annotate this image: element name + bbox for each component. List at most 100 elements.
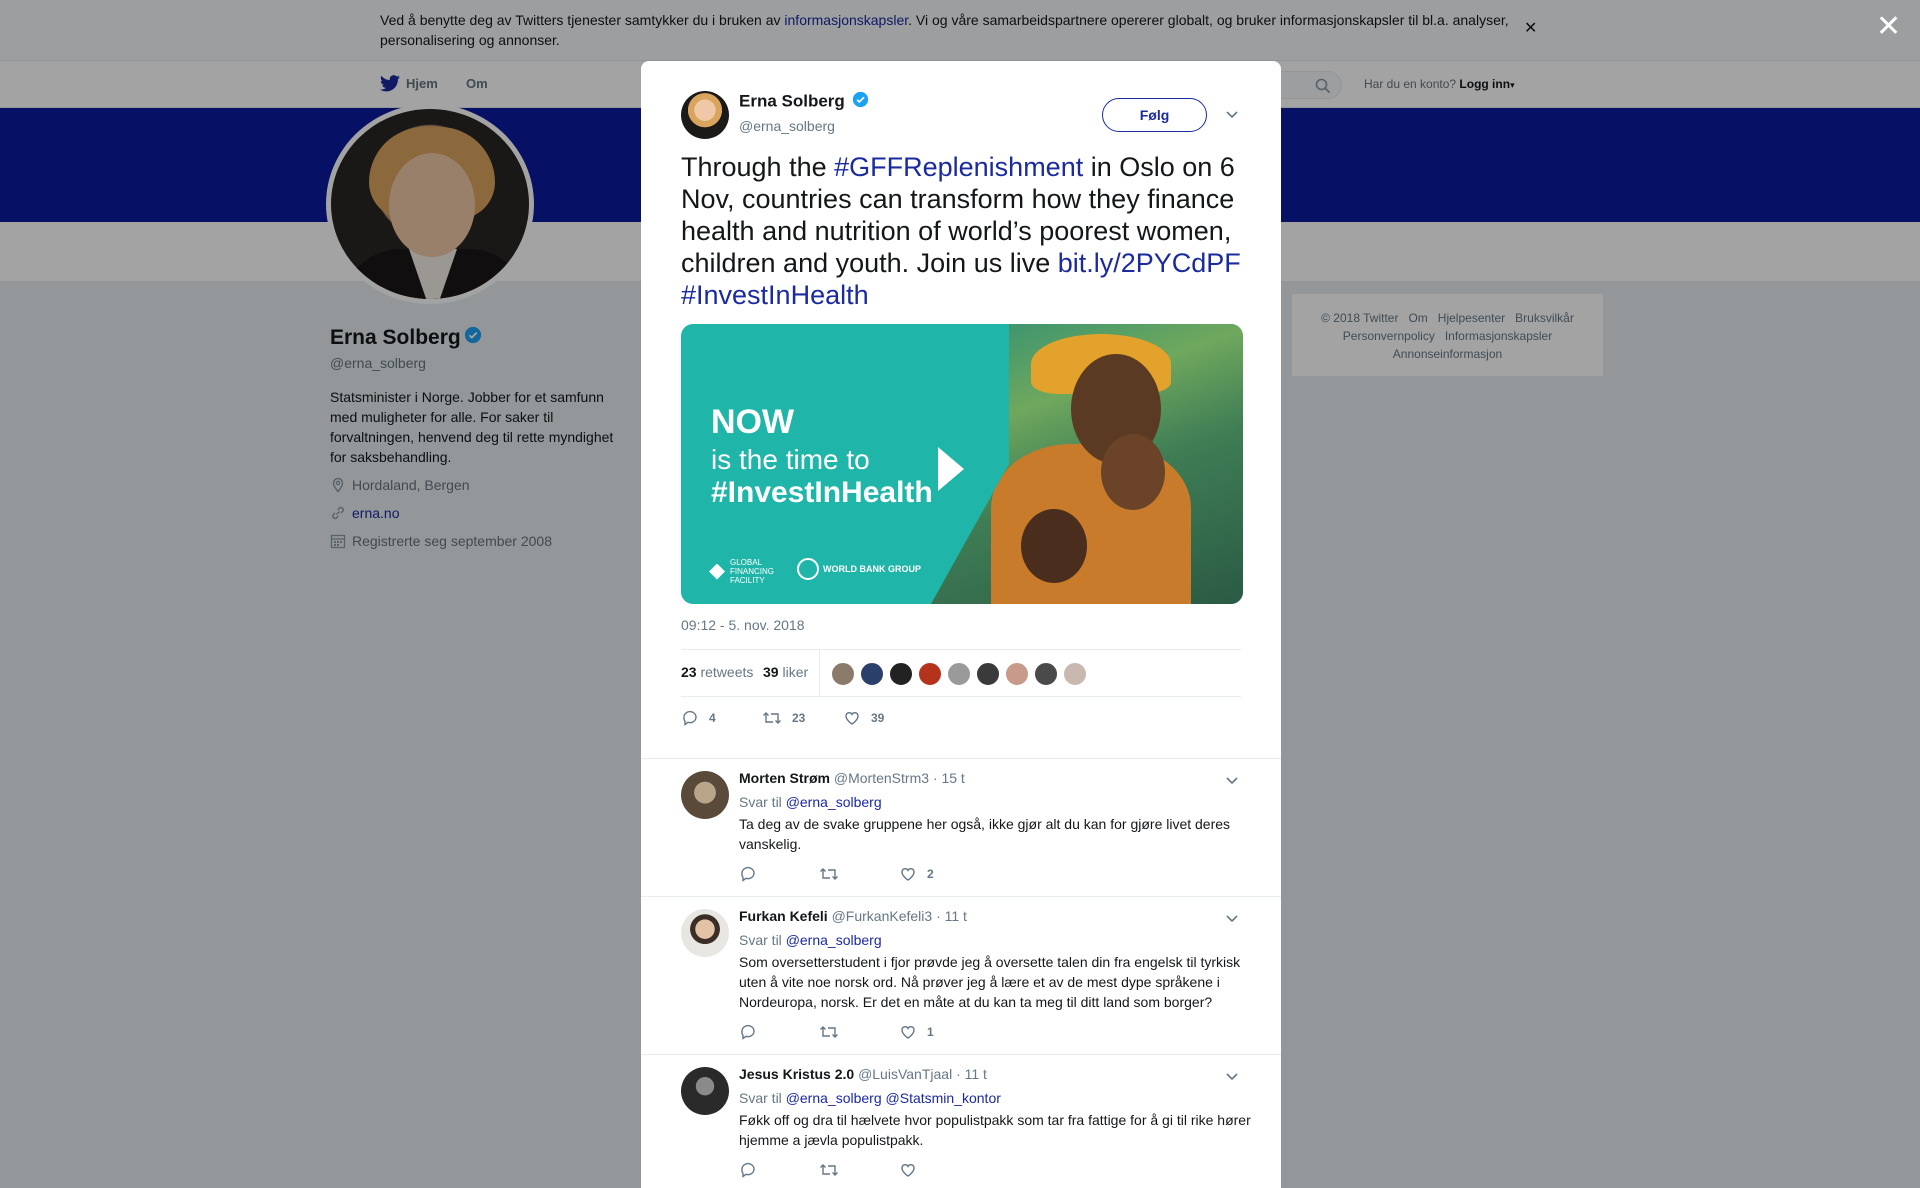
tweet-text: Through the #GFFReplenishment in Oslo on…: [681, 151, 1261, 311]
reply-icon: [741, 1162, 755, 1178]
reply-author-name[interactable]: Jesus Kristus 2.0: [739, 1066, 854, 1082]
likers-avatars: [831, 662, 1092, 686]
chevron-down-icon[interactable]: [1225, 107, 1239, 123]
reply-to-label: Svar til: [739, 932, 782, 948]
world-bank-logo: WORLD BANK GROUP: [797, 558, 921, 580]
mention-link[interactable]: @erna_solberg: [786, 794, 882, 810]
reply-to-label: Svar til: [739, 794, 782, 810]
like-action[interactable]: 1: [899, 1023, 934, 1041]
retweet-action[interactable]: 23: [762, 709, 805, 727]
hashtag-link[interactable]: #InvestInHealth: [681, 280, 869, 310]
follow-button[interactable]: Følg: [1102, 98, 1207, 132]
reply-item[interactable]: Morten Strøm @MortenStrm3 · 15 t Svar ti…: [641, 758, 1281, 896]
liker-avatar[interactable]: [889, 662, 913, 686]
retweet-stat[interactable]: 23 retweets: [681, 664, 753, 680]
like-stat-count: 39: [763, 664, 779, 680]
retweet-action[interactable]: [819, 1161, 849, 1179]
mention-link[interactable]: @erna_solberg: [786, 1090, 882, 1106]
hashtag-link[interactable]: #GFFReplenishment: [834, 152, 1083, 182]
reply-author-handle[interactable]: @FurkanKefeli3: [832, 908, 933, 924]
like-count: 39: [871, 711, 885, 725]
reply-item[interactable]: Furkan Kefeli @FurkanKefeli3 · 11 t Svar…: [641, 896, 1281, 1054]
reply-to-label: Svar til: [739, 1090, 782, 1106]
gff-logo: GLOBAL FINANCING FACILITY: [709, 558, 774, 585]
tweet-timestamp[interactable]: 09:12 - 5. nov. 2018: [681, 617, 805, 633]
reply-header: Jesus Kristus 2.0 @LuisVanTjaal · 11 t: [739, 1066, 987, 1082]
tweet-stats: 23 retweets 39 liker: [681, 649, 1241, 697]
close-modal-icon[interactable]: ✕: [1876, 12, 1901, 42]
reply-item[interactable]: Jesus Kristus 2.0 @LuisVanTjaal · 11 t S…: [641, 1054, 1281, 1188]
retweet-count: 23: [792, 711, 806, 725]
reply-icon: [741, 866, 755, 882]
reply-avatar[interactable]: [681, 771, 729, 819]
reply-action[interactable]: [739, 1161, 767, 1179]
tweet-author-avatar[interactable]: [681, 91, 729, 139]
liker-avatar[interactable]: [860, 662, 884, 686]
reply-time[interactable]: · 11 t: [936, 908, 967, 924]
play-arrow-icon: [938, 447, 964, 491]
media-photo: [931, 324, 1243, 604]
reply-author-name[interactable]: Morten Strøm: [739, 770, 830, 786]
liker-avatar[interactable]: [947, 662, 971, 686]
url-link[interactable]: bit.ly/2PYCdPF: [1058, 248, 1241, 278]
reply-time[interactable]: · 11 t: [956, 1066, 987, 1082]
like-action[interactable]: 39: [843, 709, 884, 727]
gff-logo-text: GLOBAL FINANCING FACILITY: [730, 558, 774, 585]
retweet-icon: [820, 1164, 838, 1176]
liker-avatar[interactable]: [918, 662, 942, 686]
mention-link[interactable]: @erna_solberg: [786, 932, 882, 948]
reply-text: Føkk off og dra til hælvete hvor populis…: [739, 1112, 1251, 1148]
reply-author-name[interactable]: Furkan Kefeli: [739, 908, 828, 924]
retweet-icon: [820, 868, 838, 880]
tweet-author-handle[interactable]: @erna_solberg: [739, 118, 835, 134]
like-action[interactable]: 2: [899, 865, 934, 883]
tweet-author-name[interactable]: Erna Solberg: [739, 91, 869, 113]
retweet-stat-label: retweets: [700, 664, 754, 680]
retweet-icon: [820, 1026, 838, 1038]
heart-icon: [901, 868, 915, 881]
retweet-icon: [763, 712, 781, 724]
liker-avatar[interactable]: [1005, 662, 1029, 686]
retweet-action[interactable]: [819, 1023, 849, 1041]
retweet-stat-count: 23: [681, 664, 697, 680]
reply-action[interactable]: [739, 1023, 767, 1041]
reply-to-line: Svar til @erna_solberg: [739, 794, 882, 810]
chevron-down-icon[interactable]: [1225, 911, 1239, 927]
liker-avatar[interactable]: [831, 662, 855, 686]
reply-header: Morten Strøm @MortenStrm3 · 15 t: [739, 770, 965, 786]
liker-avatar[interactable]: [1034, 662, 1058, 686]
reply-header: Furkan Kefeli @FurkanKefeli3 · 11 t: [739, 908, 967, 924]
like-stat[interactable]: 39 liker: [763, 664, 808, 680]
liker-avatar[interactable]: [976, 662, 1000, 686]
heart-icon: [845, 712, 859, 725]
tweet-modal: Erna Solberg @erna_solberg Følg Through …: [641, 61, 1281, 1188]
reply-avatar[interactable]: [681, 909, 729, 957]
like-count: 2: [927, 867, 934, 881]
tweet-author-name-text: Erna Solberg: [739, 91, 845, 111]
like-count: 1: [927, 1025, 934, 1039]
liker-avatar[interactable]: [1063, 662, 1087, 686]
retweet-action[interactable]: [819, 865, 849, 883]
tweet-media-image[interactable]: NOW is the time to #InvestInHealth GLOBA…: [681, 324, 1243, 604]
chevron-down-icon[interactable]: [1225, 773, 1239, 789]
media-headline: NOW: [711, 403, 795, 441]
reply-text: Ta deg av de svake gruppene her også, ik…: [739, 816, 1231, 852]
reply-time[interactable]: · 15 t: [933, 770, 965, 786]
reply-author-handle[interactable]: @LuisVanTjaal: [858, 1066, 952, 1082]
reply-author-handle[interactable]: @MortenStrm3: [834, 770, 929, 786]
reply-action[interactable]: [739, 865, 767, 883]
chevron-down-icon[interactable]: [1225, 1069, 1239, 1085]
reply-to-line: Svar til @erna_solberg @Statsmin_kontor: [739, 1090, 1001, 1106]
reply-action[interactable]: 4: [681, 709, 716, 727]
tweet-text-part: Through the: [681, 152, 835, 182]
media-hashtag: #InvestInHealth: [711, 476, 933, 509]
reply-icon: [683, 710, 697, 726]
reply-icon: [741, 1024, 755, 1040]
heart-icon: [901, 1026, 915, 1039]
reply-avatar[interactable]: [681, 1067, 729, 1115]
mention-link[interactable]: @Statsmin_kontor: [886, 1090, 1001, 1106]
heart-icon: [901, 1164, 915, 1177]
like-action[interactable]: [899, 1161, 927, 1179]
reply-count: 4: [709, 711, 716, 725]
stats-divider: [819, 650, 820, 696]
